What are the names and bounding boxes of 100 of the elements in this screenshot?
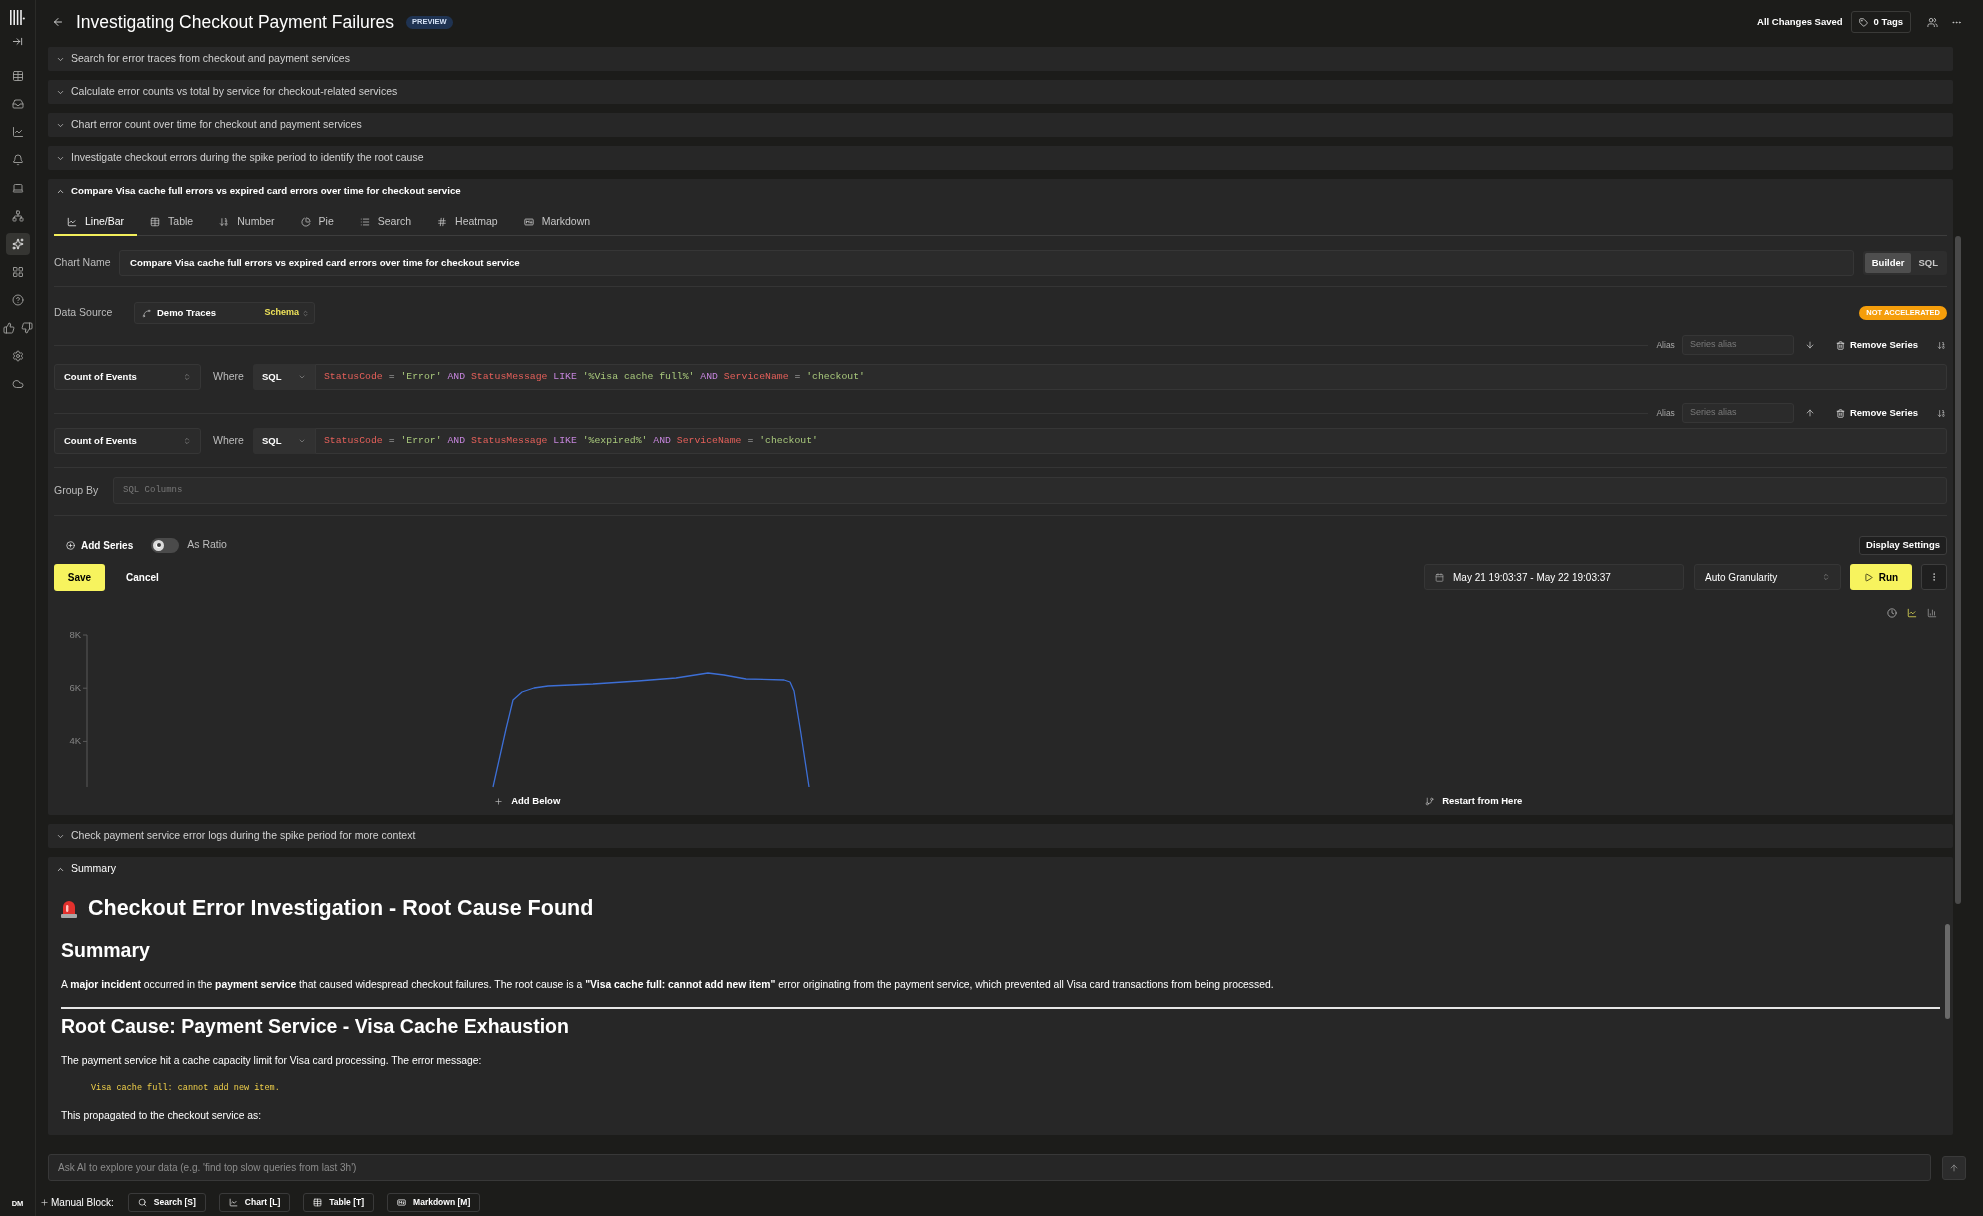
manual-block-button[interactable]: Table [T] bbox=[303, 1192, 375, 1212]
alias-label: Alias bbox=[1656, 406, 1675, 420]
as-ratio-switch[interactable] bbox=[151, 537, 180, 553]
trash-icon bbox=[1835, 340, 1845, 350]
pie-chart-icon bbox=[300, 217, 311, 227]
paragraph: The payment service hit a cache capacity limit for Visa card processing. The error message: bbox=[61, 1054, 483, 1068]
trash-icon bbox=[1835, 408, 1845, 418]
restart-button[interactable]: Restart from Here bbox=[1425, 793, 1523, 809]
run-button[interactable]: Run bbox=[1850, 564, 1912, 590]
cancel-button[interactable]: Cancel bbox=[120, 564, 165, 591]
chart-type-tab[interactable]: Number bbox=[206, 210, 288, 236]
network-icon bbox=[11, 210, 24, 222]
line-chart-icon bbox=[67, 217, 77, 227]
save-button[interactable]: Save bbox=[54, 564, 105, 591]
chevrons-icon bbox=[1822, 573, 1830, 581]
chart-type-tab[interactable]: Pie bbox=[287, 210, 347, 236]
sort-button[interactable] bbox=[1935, 407, 1947, 419]
arrow-down-icon bbox=[1804, 340, 1815, 350]
data-source-label: Data Source bbox=[54, 305, 114, 321]
arrow-up-icon bbox=[1804, 408, 1815, 418]
cell-header[interactable]: Summary bbox=[48, 857, 116, 881]
aggregation-select[interactable]: Count of Events bbox=[54, 428, 201, 454]
sidebar-item[interactable] bbox=[5, 233, 30, 255]
time-range-field[interactable]: May 21 19:03:37 - May 22 19:03:37 bbox=[1424, 564, 1684, 590]
number-icon bbox=[1936, 340, 1946, 350]
number-icon bbox=[219, 217, 230, 227]
granularity-select[interactable]: Auto Granularity bbox=[1694, 564, 1841, 590]
alias-label: Alias bbox=[1656, 338, 1675, 352]
spline-icon bbox=[142, 308, 151, 318]
display-type-button[interactable] bbox=[1926, 607, 1937, 619]
y-tick-label: 6K bbox=[69, 681, 81, 693]
chart-name-field[interactable]: Compare Visa cache full errors vs expired card errors over time for checkout service bbox=[119, 250, 1854, 276]
collapsed-cell[interactable]: Investigate checkout errors during the spike period to identify the root cause bbox=[48, 146, 1953, 170]
table-icon bbox=[150, 217, 161, 227]
chart-type-tab[interactable]: Line/Bar bbox=[54, 210, 138, 236]
mode-toggle-option[interactable]: Builder bbox=[1864, 253, 1912, 273]
chart-type-tab[interactable]: Markdown bbox=[510, 210, 604, 236]
chart-type-tab[interactable]: Table bbox=[137, 210, 207, 236]
schema-button[interactable]: Schema bbox=[264, 306, 309, 320]
help-icon bbox=[11, 294, 24, 306]
manual-block-button[interactable]: Markdown [M] bbox=[387, 1192, 481, 1212]
language-select[interactable]: SQL bbox=[252, 428, 315, 454]
collapsed-cell[interactable]: Chart error count over time for checkout and payment services bbox=[48, 113, 1953, 137]
play-icon bbox=[1863, 572, 1873, 582]
remove-series-button[interactable]: Remove Series bbox=[1835, 405, 1918, 421]
chart-name-label: Chart Name bbox=[54, 255, 112, 271]
list-icon bbox=[359, 217, 370, 227]
cell-header[interactable]: Compare Visa cache full errors vs expired card errors over time for checkout service bbox=[48, 179, 461, 203]
scrollbar-thumb[interactable] bbox=[1945, 924, 1950, 1019]
chevrons-icon bbox=[183, 437, 191, 445]
aggregation-select[interactable]: Count of Events bbox=[54, 364, 201, 390]
thumbs-down-icon bbox=[20, 322, 33, 334]
arrow-up-icon bbox=[1949, 1162, 1959, 1173]
collapsed-cell[interactable]: Check payment service error logs during the spike period for more context bbox=[48, 824, 1953, 848]
add-series-button[interactable]: Add Series bbox=[66, 537, 134, 553]
remove-series-button[interactable]: Remove Series bbox=[1835, 337, 1918, 353]
back-button[interactable] bbox=[51, 15, 65, 29]
logo-icon[interactable] bbox=[10, 10, 25, 25]
inbox-icon bbox=[11, 98, 24, 110]
markdown-icon bbox=[523, 217, 534, 227]
ai-prompt-field[interactable]: Ask AI to explore your data (e.g. 'find top slow queries from last 3h') bbox=[48, 1154, 1931, 1181]
data-source-select[interactable]: Demo Traces Schema bbox=[134, 302, 315, 324]
collapsed-cell[interactable]: Search for error traces from checkout and payment services bbox=[48, 47, 1953, 71]
where-label: Where bbox=[213, 433, 244, 449]
chevron-down-icon bbox=[297, 437, 306, 445]
calendar-icon bbox=[1435, 572, 1444, 582]
tags-button[interactable]: 0 Tags bbox=[1850, 11, 1911, 33]
collapsed-cell[interactable]: Calculate error counts vs total by service for checkout-related services bbox=[48, 80, 1953, 104]
sql-condition-field[interactable]: StatusCode = 'Error' AND StatusMessage LIKE '%expired%' AND ServiceName = 'checkout' bbox=[314, 428, 1947, 454]
as-ratio-label: As Ratio bbox=[187, 537, 227, 553]
chart-type-tab[interactable]: Search bbox=[346, 210, 425, 236]
scrollbar-thumb[interactable] bbox=[1955, 236, 1961, 904]
language-select[interactable]: SQL bbox=[252, 364, 315, 390]
heading: Root Cause: Payment Service - Visa Cache Exhaustion bbox=[61, 1014, 570, 1038]
clock-icon bbox=[1887, 608, 1897, 618]
hash-icon bbox=[437, 217, 448, 227]
manual-block-button[interactable]: Search [S] bbox=[127, 1192, 206, 1212]
display-settings-button[interactable]: Display Settings bbox=[1859, 535, 1947, 555]
heading: Checkout Error Investigation - Root Cause Found bbox=[88, 895, 594, 921]
plus-icon bbox=[40, 1197, 49, 1207]
manual-block-button[interactable]: Chart [L] bbox=[218, 1192, 291, 1212]
add-below-button[interactable]: Add Below bbox=[494, 793, 561, 809]
number-icon bbox=[1936, 408, 1946, 418]
bar-chart-icon bbox=[1926, 608, 1937, 618]
sort-button[interactable] bbox=[1935, 339, 1947, 351]
heading: Summary bbox=[61, 938, 151, 962]
branch-icon bbox=[1425, 796, 1435, 806]
chart-type-tab[interactable]: Heatmap bbox=[424, 210, 511, 236]
mode-toggle-option[interactable]: SQL bbox=[1911, 253, 1945, 273]
users-button[interactable] bbox=[1925, 15, 1939, 29]
manual-block-label: Manual Block: bbox=[51, 1195, 114, 1210]
users-icon bbox=[1926, 16, 1938, 28]
tag-icon bbox=[1858, 17, 1868, 27]
arrow-to-line-icon bbox=[12, 35, 23, 47]
page-title: Investigating Checkout Payment Failures bbox=[76, 10, 395, 34]
table-icon bbox=[313, 1197, 323, 1207]
sql-condition-field[interactable]: StatusCode = 'Error' AND StatusMessage LIKE '%Visa cache full%' AND ServiceName = 'checkout' bbox=[314, 364, 1947, 390]
thumbs-up-icon bbox=[2, 322, 15, 334]
laptop-icon bbox=[11, 182, 24, 194]
line-chart-icon bbox=[1906, 608, 1917, 618]
